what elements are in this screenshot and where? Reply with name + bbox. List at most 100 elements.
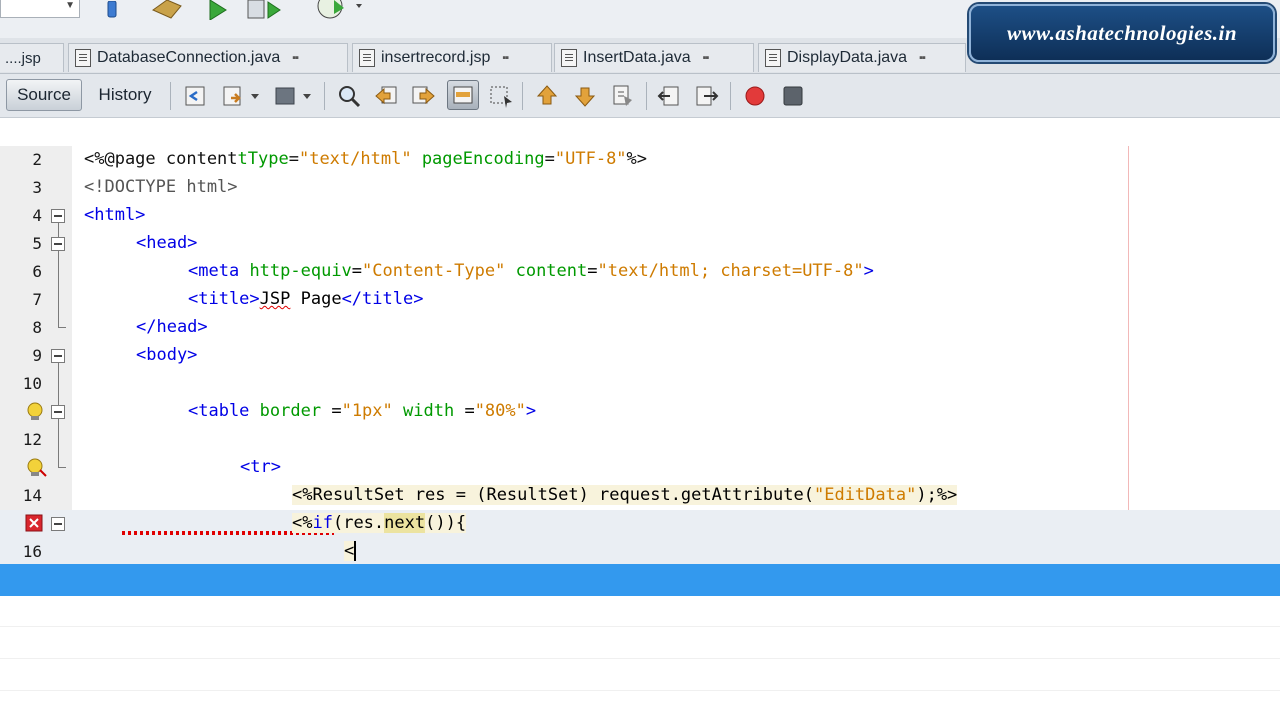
chevron-down-icon: ▼: [65, 0, 75, 11]
search-icon[interactable]: [336, 83, 362, 109]
code-line: 3 <!DOCTYPE html>: [0, 174, 1280, 202]
code-text: <%if(res.next()){: [292, 513, 467, 533]
code-line-current: <%if(res.next()){: [0, 510, 1280, 538]
code-line: 14 <%ResultSet res = (ResultSet) request…: [0, 482, 1280, 510]
tab-insertdata[interactable]: InsertData.java ▪▪: [554, 43, 754, 72]
editor-top-padding: [0, 118, 1280, 146]
toggle-rect-selection-icon[interactable]: [488, 83, 514, 109]
tab-label: DisplayData.java: [787, 49, 908, 66]
line-number: 14: [22, 486, 42, 505]
code-editor[interactable]: 2 <%@page contenttType="text/html" pageE…: [0, 146, 1280, 564]
text-caret: [354, 541, 357, 561]
tab-displaydata[interactable]: DisplayData.java ▪▪: [758, 43, 966, 72]
output-panel-header: [0, 564, 1280, 596]
collapse-fold-icon[interactable]: [51, 349, 65, 363]
editor-toolbar: Source History: [0, 74, 1280, 118]
history-button[interactable]: History: [90, 79, 160, 111]
line-number: 12: [22, 430, 42, 449]
start-macro-recording-icon[interactable]: [742, 83, 768, 109]
java-file-icon: [75, 49, 91, 67]
hint-lightbulb-icon[interactable]: [25, 458, 47, 478]
chevron-down-icon[interactable]: [248, 83, 262, 109]
close-icon[interactable]: ▪▪: [703, 52, 710, 64]
find-next-icon[interactable]: [410, 83, 436, 109]
code-line: 9 <body>: [0, 342, 1280, 370]
next-bookmark-icon[interactable]: [572, 83, 598, 109]
code-line: 2 <%@page contenttType="text/html" pageE…: [0, 146, 1280, 174]
toolbar-separator: [730, 82, 731, 110]
line-number: 4: [32, 206, 42, 225]
profile-icon[interactable]: [312, 0, 366, 20]
code-text: <meta http-equiv="Content-Type" content=…: [188, 261, 874, 281]
line-number: 8: [32, 318, 42, 337]
code-line: 8 </head>: [0, 314, 1280, 342]
line-number: 3: [32, 178, 42, 197]
line-number: 9: [32, 346, 42, 365]
forward-icon[interactable]: [272, 83, 298, 109]
toolbar-separator: [170, 82, 171, 110]
code-text: <html>: [84, 205, 146, 225]
close-icon[interactable]: ▪▪: [502, 52, 509, 64]
typed-text: <: [344, 541, 355, 561]
tab-jsp-file[interactable]: ....jsp: [0, 43, 64, 72]
code-text: <title>JSP Page</title>: [188, 289, 424, 309]
code-text: <body>: [136, 345, 198, 365]
back-icon[interactable]: [220, 83, 246, 109]
run-icon[interactable]: [204, 0, 230, 20]
toggle-highlight-icon[interactable]: [447, 80, 479, 110]
jsp-file-icon: [359, 49, 375, 67]
code-line: 5 <head>: [0, 230, 1280, 258]
code-line: <tr>: [0, 454, 1280, 482]
config-combo[interactable]: ▼: [0, 0, 80, 18]
toggle-bookmark-icon[interactable]: [610, 83, 636, 109]
shift-left-icon[interactable]: [656, 83, 682, 109]
divider: [0, 658, 1280, 659]
close-icon[interactable]: ▪▪: [919, 52, 926, 64]
java-file-icon: [765, 49, 781, 67]
error-icon[interactable]: [25, 514, 45, 534]
code-text: <%@page contenttType="text/html" pageEnc…: [84, 149, 648, 169]
shift-right-icon[interactable]: [694, 83, 720, 109]
tab-insertrecord[interactable]: insertrecord.jsp ▪▪: [352, 43, 552, 72]
code-text: <tr>: [240, 457, 281, 477]
watermark-badge: www.ashatechnologies.in: [969, 4, 1275, 62]
debug-icon[interactable]: [246, 0, 286, 20]
code-text: <table border ="1px" width ="80%">: [188, 401, 537, 421]
code-line: 10: [0, 370, 1280, 398]
source-button[interactable]: Source: [6, 79, 82, 111]
build-icon[interactable]: [150, 0, 184, 20]
code-text: <!DOCTYPE html>: [84, 177, 238, 197]
stop-macro-recording-icon[interactable]: [780, 83, 806, 109]
previous-bookmark-icon[interactable]: [534, 83, 560, 109]
last-edit-icon[interactable]: [182, 83, 208, 109]
collapse-fold-icon[interactable]: [51, 209, 65, 223]
toolbar-separator: [522, 82, 523, 110]
collapse-fold-icon[interactable]: [51, 517, 65, 531]
toolbar-separator: [646, 82, 647, 110]
chevron-down-icon[interactable]: [300, 83, 314, 109]
collapse-fold-icon[interactable]: [51, 237, 65, 251]
tab-databaseconnection[interactable]: DatabaseConnection.java ▪▪: [68, 43, 348, 72]
code-line-current: 16 <: [0, 538, 1280, 564]
divider: [0, 626, 1280, 627]
code-line: <table border ="1px" width ="80%">: [0, 398, 1280, 426]
line-number: 7: [32, 290, 42, 309]
line-number: 16: [22, 542, 42, 561]
toolbar-separator: [324, 82, 325, 110]
tab-label: DatabaseConnection.java: [97, 49, 281, 66]
line-number: 10: [22, 374, 42, 393]
java-file-icon: [561, 49, 577, 67]
clean-icon[interactable]: [102, 0, 122, 20]
output-panel: [0, 596, 1280, 720]
line-number: 5: [32, 234, 42, 253]
hint-lightbulb-icon[interactable]: [25, 402, 45, 422]
collapse-fold-icon[interactable]: [51, 405, 65, 419]
close-icon[interactable]: ▪▪: [292, 52, 299, 64]
tab-label: insertrecord.jsp: [381, 49, 491, 66]
code-text: <%ResultSet res = (ResultSet) request.ge…: [292, 485, 958, 505]
find-previous-icon[interactable]: [374, 83, 400, 109]
line-number: 2: [32, 150, 42, 169]
code-text: </head>: [136, 317, 208, 337]
tab-label: ....jsp: [5, 49, 41, 67]
code-line: 7 <title>JSP Page</title>: [0, 286, 1280, 314]
